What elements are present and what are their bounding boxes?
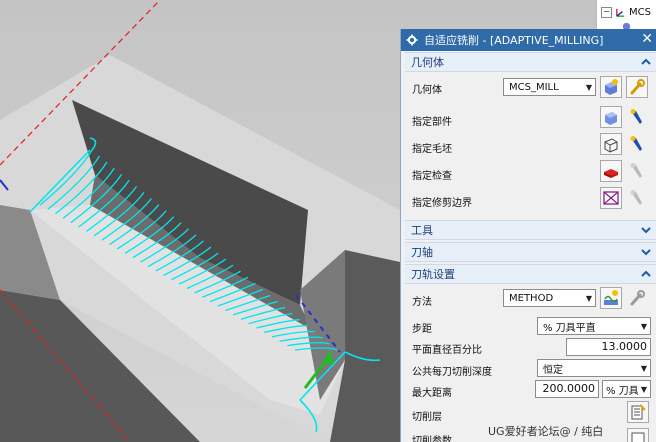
gear-icon <box>406 34 418 46</box>
flashlight-icon <box>630 136 642 151</box>
display-trim-boundary-button[interactable] <box>627 188 647 208</box>
operation-navigator: − MCS <box>596 0 656 31</box>
max-distance-unit-value: % 刀具 <box>606 385 638 397</box>
method-select-value: METHOD <box>509 292 554 304</box>
trim-boundary-icon <box>603 191 619 205</box>
percent-flat-diameter-label: 平面直径百分比 <box>412 345 482 356</box>
adaptive-milling-dialog: 自适应铣削 - [ADAPTIVE_MILLING] ✕ 几何体 几何体 MCS… <box>400 29 656 442</box>
specify-blank-label: 指定毛坯 <box>412 144 452 155</box>
section-label: 刀轨设置 <box>411 268 455 281</box>
part-icon <box>605 112 617 125</box>
chevron-down-icon: ▼ <box>585 293 593 303</box>
section-path-settings-header[interactable]: 刀轨设置 <box>405 264 656 284</box>
wrench-icon <box>630 79 645 95</box>
max-distance-input[interactable]: 200.0000 <box>535 380 599 398</box>
navigator-item-label: MCS <box>629 6 651 18</box>
flashlight-icon <box>630 163 642 178</box>
percent-flat-diameter-input[interactable]: 13.0000 <box>566 338 651 356</box>
chevron-down-icon: ▼ <box>640 363 648 373</box>
specify-check-label: 指定检查 <box>412 171 452 182</box>
geometry-select[interactable]: MCS_MILL ▼ <box>503 78 596 96</box>
new-geometry-icon <box>605 79 618 95</box>
flashlight-icon <box>630 190 642 205</box>
common-depth-label: 公共每刀切削深度 <box>412 367 492 378</box>
new-method-icon <box>604 290 618 305</box>
select-check-button[interactable] <box>600 160 622 182</box>
section-label: 工具 <box>411 224 433 237</box>
specify-part-label: 指定部件 <box>412 117 452 128</box>
stepover-label: 步距 <box>412 324 432 335</box>
method-select[interactable]: METHOD ▼ <box>503 289 596 307</box>
display-check-button[interactable] <box>627 161 647 181</box>
geometry-label: 几何体 <box>412 85 442 96</box>
close-button[interactable]: ✕ <box>641 32 653 46</box>
navigator-item[interactable]: − MCS <box>601 5 651 19</box>
common-depth-select-value: 恒定 <box>543 364 563 376</box>
chevron-down-icon <box>641 249 651 256</box>
section-label: 几何体 <box>411 56 444 69</box>
geometry-select-value: MCS_MILL <box>509 81 559 93</box>
check-geometry-icon <box>604 169 618 178</box>
create-geometry-button[interactable] <box>600 76 622 98</box>
edit-geometry-button[interactable] <box>626 76 648 98</box>
stepover-select-value: % 刀具平直 <box>543 322 596 334</box>
expand-icon[interactable]: − <box>601 6 612 18</box>
cut-levels-icon <box>631 404 646 420</box>
cut-parameters-button[interactable] <box>627 428 649 442</box>
section-tool-axis-header[interactable]: 刀轴 <box>405 242 656 262</box>
common-depth-select[interactable]: 恒定 ▼ <box>537 359 651 377</box>
max-distance-unit-select[interactable]: % 刀具 ▼ <box>602 380 651 398</box>
section-label: 刀轴 <box>411 246 433 259</box>
cut-parameters-label: 切削参数 <box>412 436 452 442</box>
chevron-up-icon <box>641 58 651 65</box>
chevron-down-icon: ▼ <box>585 82 593 92</box>
select-blank-button[interactable] <box>600 133 622 155</box>
edit-method-button[interactable] <box>627 288 647 308</box>
create-method-button[interactable] <box>600 287 622 309</box>
cut-levels-label: 切削层 <box>412 412 442 423</box>
chevron-down-icon: ▼ <box>640 321 648 331</box>
flashlight-icon <box>630 109 642 124</box>
chevron-up-icon <box>641 270 651 277</box>
cut-parameters-icon <box>631 432 645 442</box>
specify-trim-boundary-label: 指定修剪边界 <box>412 198 472 209</box>
chevron-down-icon: ▼ <box>640 384 648 394</box>
select-trim-boundary-button[interactable] <box>600 187 622 209</box>
select-part-button[interactable] <box>600 106 622 128</box>
max-distance-label: 最大距离 <box>412 388 452 399</box>
section-geometry-header[interactable]: 几何体 <box>405 52 656 72</box>
chevron-down-icon <box>641 227 651 234</box>
wrench-icon <box>630 290 645 306</box>
display-blank-button[interactable] <box>627 134 647 154</box>
mcs-icon <box>616 8 625 17</box>
dialog-title: 自适应铣削 - [ADAPTIVE_MILLING] <box>424 34 604 47</box>
display-part-button[interactable] <box>627 107 647 127</box>
method-label: 方法 <box>412 297 432 308</box>
stepover-select[interactable]: % 刀具平直 ▼ <box>537 317 651 335</box>
dialog-titlebar[interactable]: 自适应铣削 - [ADAPTIVE_MILLING] ✕ <box>401 29 656 51</box>
blank-icon <box>604 138 618 153</box>
section-tool-header[interactable]: 工具 <box>405 220 656 240</box>
watermark-text: UG爱好者论坛@ / 纯白 <box>488 425 604 438</box>
cut-levels-button[interactable] <box>627 401 649 423</box>
